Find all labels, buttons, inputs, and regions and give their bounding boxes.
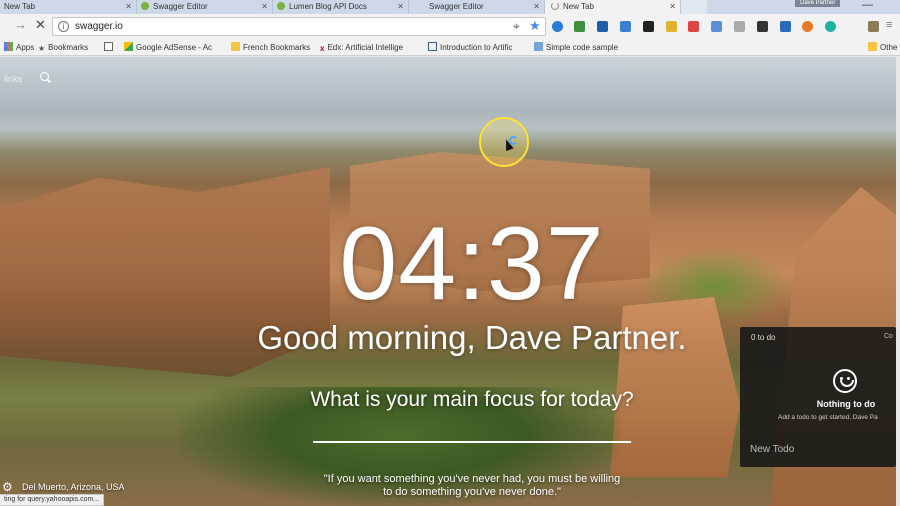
extension-blue-icon[interactable] [711, 21, 722, 32]
tab-lumen-blog-api-docs[interactable]: Lumen Blog API Docs ✕ [273, 0, 409, 14]
folder-icon [868, 42, 877, 51]
loading-spinner-icon [551, 2, 559, 10]
extension-shield-icon[interactable] [643, 21, 654, 32]
clock: 04:37 [339, 206, 605, 322]
extension-download-icon[interactable] [757, 21, 768, 32]
apps-icon [4, 42, 13, 51]
extension-gray-icon[interactable] [734, 21, 745, 32]
bookmark-document[interactable] [104, 42, 116, 53]
extension-ie-icon[interactable] [552, 21, 563, 32]
tab-close-icon[interactable]: ✕ [533, 0, 540, 13]
tab-strip: New Tab ✕ Swagger Editor ✕ Lumen Blog AP… [0, 0, 900, 14]
browser-toolbar: → ✕ i swagger.io ⌖ ★ ≡ [0, 14, 900, 40]
menu-icon[interactable]: ≡ [886, 19, 892, 31]
location-target-icon[interactable]: ⌖ [513, 19, 520, 34]
tab-close-icon[interactable]: ✕ [669, 0, 676, 13]
bookmark-other[interactable]: Othe [868, 42, 897, 53]
bookmarks-bar: Apps ★ Bookmarks Google AdSense - Ac Fren… [0, 40, 900, 56]
extension-puzzle-icon[interactable] [666, 21, 677, 32]
bookmark-google-adsense[interactable]: Google AdSense - Ac [124, 42, 212, 53]
todo-empty-subtitle: Add a todo to get started, Dave Pa [778, 414, 878, 421]
bookmark-star-icon[interactable]: ★ [529, 18, 541, 34]
tab-swagger-editor-2[interactable]: Swagger Editor ✕ [409, 0, 545, 14]
momentum-dashboard: links 04:37 Good morning, Dave Partner. … [0, 57, 896, 506]
bookmark-intro-ai[interactable]: Introduction to Artific [428, 42, 512, 53]
todo-corner-label: Co [884, 333, 893, 340]
extension-orange-icon[interactable] [802, 21, 813, 32]
tab-label: Swagger Editor [153, 2, 208, 11]
bookmark-apps[interactable]: Apps [4, 42, 34, 53]
forward-icon[interactable]: → [14, 17, 27, 32]
focus-input[interactable] [313, 435, 631, 443]
extension-owl-icon[interactable] [574, 21, 585, 32]
profile-button[interactable]: Dave Partner [795, 0, 841, 7]
settings-gear-icon[interactable]: ⚙ [2, 480, 13, 494]
todo-empty-title: Nothing to do [816, 399, 876, 409]
tab-label: New Tab [4, 2, 35, 11]
stop-loading-icon[interactable]: ✕ [35, 17, 46, 33]
tab-label: New Tab [563, 2, 594, 11]
quote: "If you want something you've never had,… [323, 473, 621, 498]
search-icon[interactable] [40, 72, 49, 81]
link-icon [428, 42, 437, 51]
extension-skype-icon[interactable] [597, 21, 608, 32]
extension-translate-icon[interactable] [620, 21, 631, 32]
window-minimize-icon[interactable]: — [862, 0, 873, 11]
tab-swagger-editor-1[interactable]: Swagger Editor ✕ [137, 0, 273, 14]
extension-red-icon[interactable] [688, 21, 699, 32]
bookmark-french-bookmarks[interactable]: French Bookmarks [231, 42, 310, 53]
tab-label: Lumen Blog API Docs [289, 2, 367, 11]
todo-count[interactable]: 0 to do [751, 333, 775, 342]
document-icon [104, 42, 113, 51]
address-bar[interactable]: i swagger.io ⌖ ★ [52, 17, 546, 36]
smiley-icon [833, 369, 857, 393]
folder-icon [231, 42, 240, 51]
tab-close-icon[interactable]: ✕ [261, 0, 268, 13]
tab-new-tab-active[interactable]: New Tab ✕ [545, 0, 681, 14]
address-url[interactable]: swagger.io [75, 21, 123, 32]
tab-new-tab-1[interactable]: New Tab ✕ [0, 0, 137, 14]
extension-docs-icon[interactable] [780, 21, 791, 32]
bookmark-bookmarks[interactable]: ★ Bookmarks [38, 42, 88, 53]
edx-icon: x [320, 44, 325, 53]
bookmark-simple-code-sample[interactable]: Simple code sample [534, 42, 618, 53]
swagger-icon [141, 2, 149, 10]
extension-notebook-icon[interactable] [868, 21, 879, 32]
new-todo-input[interactable] [750, 444, 890, 455]
status-bar: ting for query.yahooapis.com... [0, 494, 105, 506]
tab-close-icon[interactable]: ✕ [125, 0, 132, 13]
new-tab-button[interactable] [681, 0, 707, 14]
info-icon[interactable]: i [58, 21, 69, 32]
swagger-icon [277, 2, 285, 10]
todo-panel: 0 to do Co Nothing to do Add a todo to g… [740, 327, 896, 467]
tab-label: Swagger Editor [429, 2, 484, 11]
extension-teal-icon[interactable] [825, 21, 836, 32]
adsense-icon [124, 42, 133, 51]
grid-icon [534, 42, 543, 51]
bookmark-edx-ai[interactable]: x Edx: Artificial Intellige [320, 42, 403, 53]
background-location: Del Muerto, Arizona, USA [22, 482, 125, 492]
star-icon: ★ [38, 44, 46, 53]
links-toggle[interactable]: links [4, 74, 22, 84]
tab-close-icon[interactable]: ✕ [397, 0, 404, 13]
